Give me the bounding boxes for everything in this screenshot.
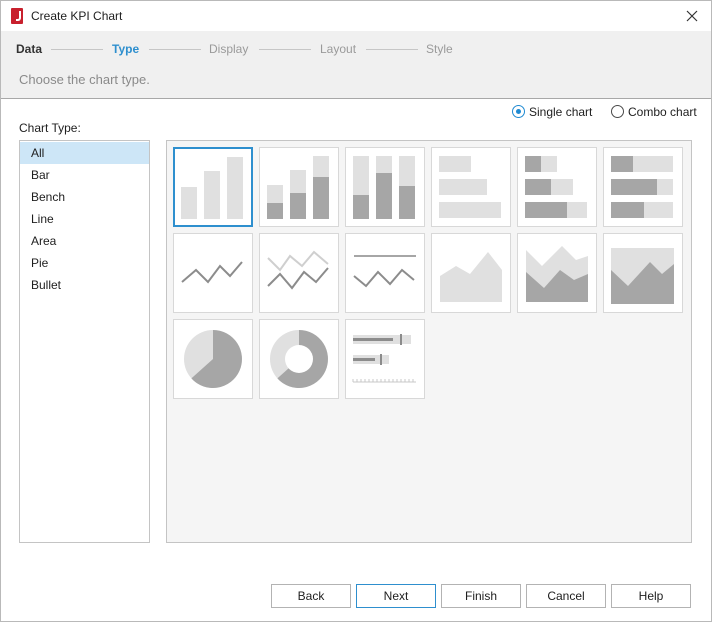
finish-button[interactable]: Finish [441,584,521,608]
step-type[interactable]: Type [112,42,139,56]
horizontal-bench-chart-icon[interactable] [517,147,597,227]
chart-type-pie[interactable]: Pie [20,252,149,274]
donut-chart-icon[interactable] [259,319,339,399]
step-display[interactable]: Display [209,42,248,56]
title-bar: Create KPI Chart [1,1,711,31]
chart-type-area[interactable]: Area [20,230,149,252]
radio-unchecked-icon [611,105,624,118]
chart-type-label: Chart Type: [19,121,81,135]
back-button[interactable]: Back [271,584,351,608]
area-chart-icon[interactable] [431,233,511,313]
pie-chart-icon[interactable] [173,319,253,399]
step-connector [51,49,103,50]
chart-type-list[interactable]: All Bar Bench Line Area Pie Bullet [19,140,150,543]
chart-type-line[interactable]: Line [20,208,149,230]
window-title: Create KPI Chart [31,9,123,23]
close-icon[interactable] [681,5,703,27]
overlapped-area-chart-icon[interactable] [517,233,597,313]
step-connector [366,49,418,50]
next-button[interactable]: Next [356,584,436,608]
stacked-bar-chart-icon[interactable] [345,147,425,227]
step-connector [149,49,201,50]
bar-chart-icon[interactable] [173,147,253,227]
stacked-area-chart-icon[interactable] [603,233,683,313]
cancel-button[interactable]: Cancel [526,584,606,608]
step-connector [259,49,311,50]
app-logo-icon [11,8,23,24]
single-chart-label: Single chart [529,105,593,119]
chart-type-bar[interactable]: Bar [20,164,149,186]
line-chart-icon[interactable] [173,233,253,313]
horizontal-bar-chart-icon[interactable] [431,147,511,227]
chart-type-all[interactable]: All [20,142,149,164]
chart-type-bench[interactable]: Bench [20,186,149,208]
step-description: Choose the chart type. [19,72,150,87]
clustered-bar-chart-icon[interactable] [259,147,339,227]
bullet-chart-icon[interactable] [345,319,425,399]
step-data[interactable]: Data [16,42,42,56]
horizontal-stacked-bench-chart-icon[interactable] [603,147,683,227]
multi-line-chart-icon[interactable] [259,233,339,313]
help-button[interactable]: Help [611,584,691,608]
wizard-steps: Data Type Display Layout Style Choose th… [1,31,711,99]
line-with-target-chart-icon[interactable] [345,233,425,313]
step-layout[interactable]: Layout [320,42,356,56]
combo-chart-label: Combo chart [628,105,697,119]
create-kpi-chart-dialog: Create KPI Chart Data Type Display Layou… [0,0,712,622]
radio-checked-icon [512,105,525,118]
chart-thumbnail-gallery [166,140,692,543]
chart-type-bullet[interactable]: Bullet [20,274,149,296]
step-style[interactable]: Style [426,42,453,56]
